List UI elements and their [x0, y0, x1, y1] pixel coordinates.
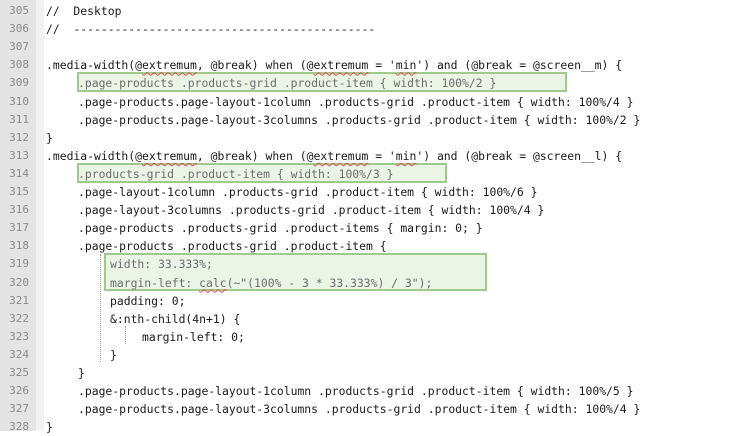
line-number: 317	[9, 221, 29, 235]
line-number: 314	[9, 166, 29, 180]
code-editor[interactable]: 305 // Desktop 306 // ---------------------…	[0, 0, 741, 434]
line-number: 306	[9, 22, 29, 36]
code-text[interactable]: }	[78, 364, 85, 382]
line-number: 327	[9, 402, 29, 416]
code-text[interactable]: .page-layout-1column .products-grid .pro…	[78, 183, 537, 201]
code-text[interactable]: .page-products.page-layout-1column .prod…	[78, 93, 633, 111]
code-line[interactable]: 323 margin-left: 0;	[0, 328, 741, 346]
code-line[interactable]: 310 .page-products.page-layout-1column .p…	[0, 93, 741, 111]
line-number: 305	[9, 4, 29, 17]
line-number: 328	[9, 420, 29, 434]
code-text[interactable]: .page-products.page-layout-3columns .pro…	[78, 400, 640, 418]
code-line[interactable]: 326 .page-products.page-layout-1column .p…	[0, 382, 741, 400]
code-text[interactable]: .page-products.page-layout-1column .prod…	[78, 382, 633, 400]
code-text[interactable]: padding: 0;	[110, 292, 185, 310]
line-number: 320	[9, 275, 29, 289]
line-number: 321	[9, 293, 29, 307]
code-line[interactable]: 309 .page-products .products-grid .produc…	[0, 74, 741, 92]
code-line[interactable]: 315 .page-layout-1column .products-grid .…	[0, 183, 741, 201]
code-line[interactable]: 312}	[0, 129, 741, 147]
line-number: 310	[9, 94, 29, 108]
line-number: 307	[9, 40, 29, 54]
code-text[interactable]: .media-width(@extremum, @break) when (@e…	[46, 147, 622, 165]
line-number: 325	[9, 366, 29, 379]
code-text[interactable]: }	[110, 346, 117, 364]
line-number: 311	[9, 112, 29, 126]
code-text[interactable]: .products-grid .product-item { width: 10…	[78, 165, 393, 183]
code-line[interactable]: 314 .products-grid .product-item { width:…	[0, 165, 741, 183]
code-line[interactable]: 316 .page-layout-3columns .products-grid …	[0, 201, 741, 219]
line-number: 308	[9, 58, 29, 72]
code-line[interactable]: 306 // ----------------------------------…	[0, 20, 741, 38]
line-number: 324	[9, 347, 29, 361]
code-text[interactable]: .page-layout-3columns .products-grid .pr…	[78, 201, 544, 219]
code-text[interactable]: .page-products .products-grid .product-i…	[78, 74, 496, 92]
code-line[interactable]: 322 &:nth-child(4n+1) {	[0, 310, 741, 328]
code-text[interactable]: }	[46, 418, 53, 436]
code-line[interactable]: 305 // Desktop	[0, 2, 741, 20]
code-line[interactable]: 321 padding: 0;	[0, 292, 741, 310]
line-number: 313	[9, 148, 29, 162]
line-number: 312	[9, 130, 29, 144]
code-text[interactable]: width: 33.333%;	[110, 255, 213, 273]
code-text[interactable]: margin-left: calc(~"(100% - 3 * 33.333%)…	[110, 274, 432, 292]
code-text[interactable]: .page-products .products-grid .product-i…	[78, 219, 483, 237]
code-line[interactable]: 319 width: 33.333%;	[0, 255, 741, 273]
code-line[interactable]: 317 .page-products .products-grid .produc…	[0, 219, 741, 237]
code-line[interactable]: 327 .page-products.page-layout-3columns .…	[0, 400, 741, 418]
code-line[interactable]: 324}	[0, 346, 741, 364]
code-text[interactable]: .page-products.page-layout-3columns .pro…	[78, 111, 640, 129]
code-text[interactable]: // -------------------------------------…	[46, 20, 375, 38]
line-number: 326	[9, 384, 29, 398]
code-text[interactable]: &:nth-child(4n+1) {	[110, 310, 240, 328]
code-text[interactable]: .media-width(@extremum, @break) when (@e…	[46, 56, 622, 74]
code-line[interactable]: 308 .media-width(@extremum, @break) when …	[0, 56, 741, 74]
code-text[interactable]: // Desktop	[46, 2, 121, 20]
code-line[interactable]: 325}	[0, 364, 741, 382]
code-line[interactable]: 328}	[0, 418, 741, 436]
line-number: 318	[9, 239, 29, 253]
line-number: 319	[9, 257, 29, 271]
line-number: 315	[9, 185, 29, 198]
code-line[interactable]: 320 margin-left: calc(~"(100% - 3 * 33.33…	[0, 274, 741, 292]
code-line[interactable]: 313 .media-width(@extremum, @break) when …	[0, 147, 741, 165]
line-number: 323	[9, 329, 29, 343]
code-line[interactable]: 318 .page-products .products-grid .produc…	[0, 237, 741, 255]
code-text[interactable]: .page-products .products-grid .product-i…	[78, 237, 387, 255]
code-text[interactable]: margin-left: 0;	[142, 328, 245, 346]
code-line[interactable]: 311 .page-products.page-layout-3columns .…	[0, 111, 741, 129]
line-number: 316	[9, 203, 29, 217]
code-line[interactable]: 307	[0, 38, 741, 56]
line-number: 322	[9, 311, 29, 325]
line-number: 309	[9, 76, 29, 90]
code-text[interactable]: }	[46, 129, 53, 147]
